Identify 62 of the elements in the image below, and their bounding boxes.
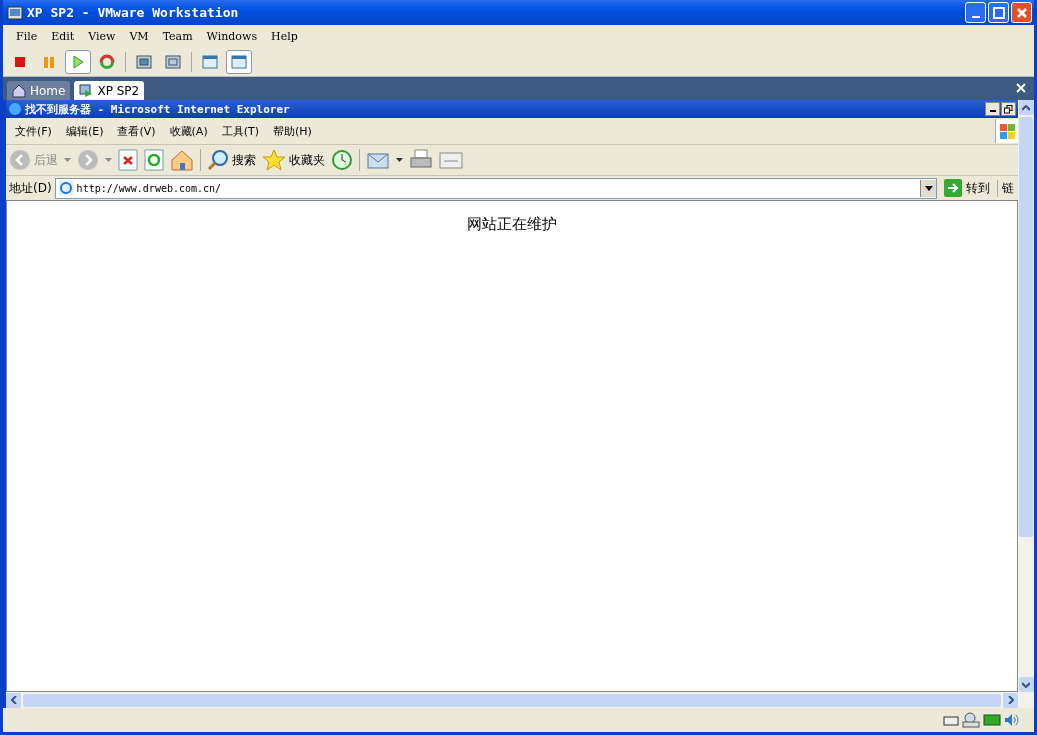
cd-drive-icon [962,712,980,728]
pause-icon [41,54,57,70]
horizontal-scrollbar[interactable] [6,692,1018,708]
history-icon[interactable] [331,149,353,171]
stop-icon[interactable] [118,149,138,171]
window-icon [202,54,218,70]
menu-item[interactable]: 查看(V) [110,123,163,139]
fit-window-icon [165,54,181,70]
close-icon [1015,6,1028,19]
menu-item[interactable]: 文件(F) [8,123,59,139]
dropdown-arrow-icon [924,185,933,191]
windows-logo-icon [995,119,1018,143]
reset-icon [99,54,115,70]
dropdown-arrow-icon[interactable] [396,158,403,162]
menu-item[interactable]: Team [155,30,200,43]
app-icon [7,4,23,21]
page-message: 网站正在维护 [466,215,558,234]
home-icon[interactable] [170,149,194,171]
menu-item[interactable]: Help [264,30,305,43]
menu-item[interactable]: VM [122,30,156,43]
home-icon [12,83,26,98]
menu-item[interactable]: Windows [199,30,265,43]
search-button[interactable]: 搜索 [207,149,256,171]
stop-icon [12,54,28,70]
minimize-button[interactable] [985,102,1000,116]
virtual-machine-icon [79,83,94,98]
vertical-scrollbar[interactable] [1018,100,1034,708]
full-screen-icon [136,54,152,70]
network-card-icon [983,714,1001,726]
speaker-icon [1004,713,1020,727]
browser-icon [8,102,22,116]
tab[interactable]: XP SP2 [74,81,145,100]
menu-item[interactable]: File [9,30,45,43]
favorites-button[interactable]: 收藏夹 [262,149,325,171]
tab[interactable]: Home [7,81,71,100]
menu-item[interactable]: 工具(T) [214,123,266,139]
menu-item[interactable]: 收藏(A) [162,123,215,139]
play-icon [70,54,86,70]
menu-item[interactable]: Edit [44,30,82,43]
restore-button[interactable] [1001,102,1016,116]
address-label: 地址(D) [9,179,52,197]
maximize-icon [992,6,1005,19]
address-field[interactable]: http://www.drweb.com.cn/ [54,177,937,199]
close-button[interactable] [1011,2,1032,23]
search-icon [207,149,229,171]
toolbar-button[interactable] [226,50,252,74]
refresh-icon[interactable] [144,149,164,171]
printer-icon[interactable] [409,149,433,171]
minimize-icon [971,15,980,18]
console-icon [231,54,247,70]
star-icon [262,149,286,171]
window-title: XP SP2 - VMware Workstation [27,5,240,20]
go-button[interactable]: 转到 [940,179,994,197]
menu-item[interactable]: View [81,30,123,43]
page-icon [58,181,73,195]
browser-title: 找不到服务器 - Microsoft Internet Explorer [25,101,291,117]
menu-item[interactable]: 编辑(E) [58,123,111,139]
close-icon[interactable] [1016,83,1026,93]
restore-icon [1004,104,1013,114]
menu-item[interactable]: 帮助(H) [266,123,319,139]
toolbar-button[interactable] [65,50,91,74]
maximize-button[interactable] [988,2,1009,23]
